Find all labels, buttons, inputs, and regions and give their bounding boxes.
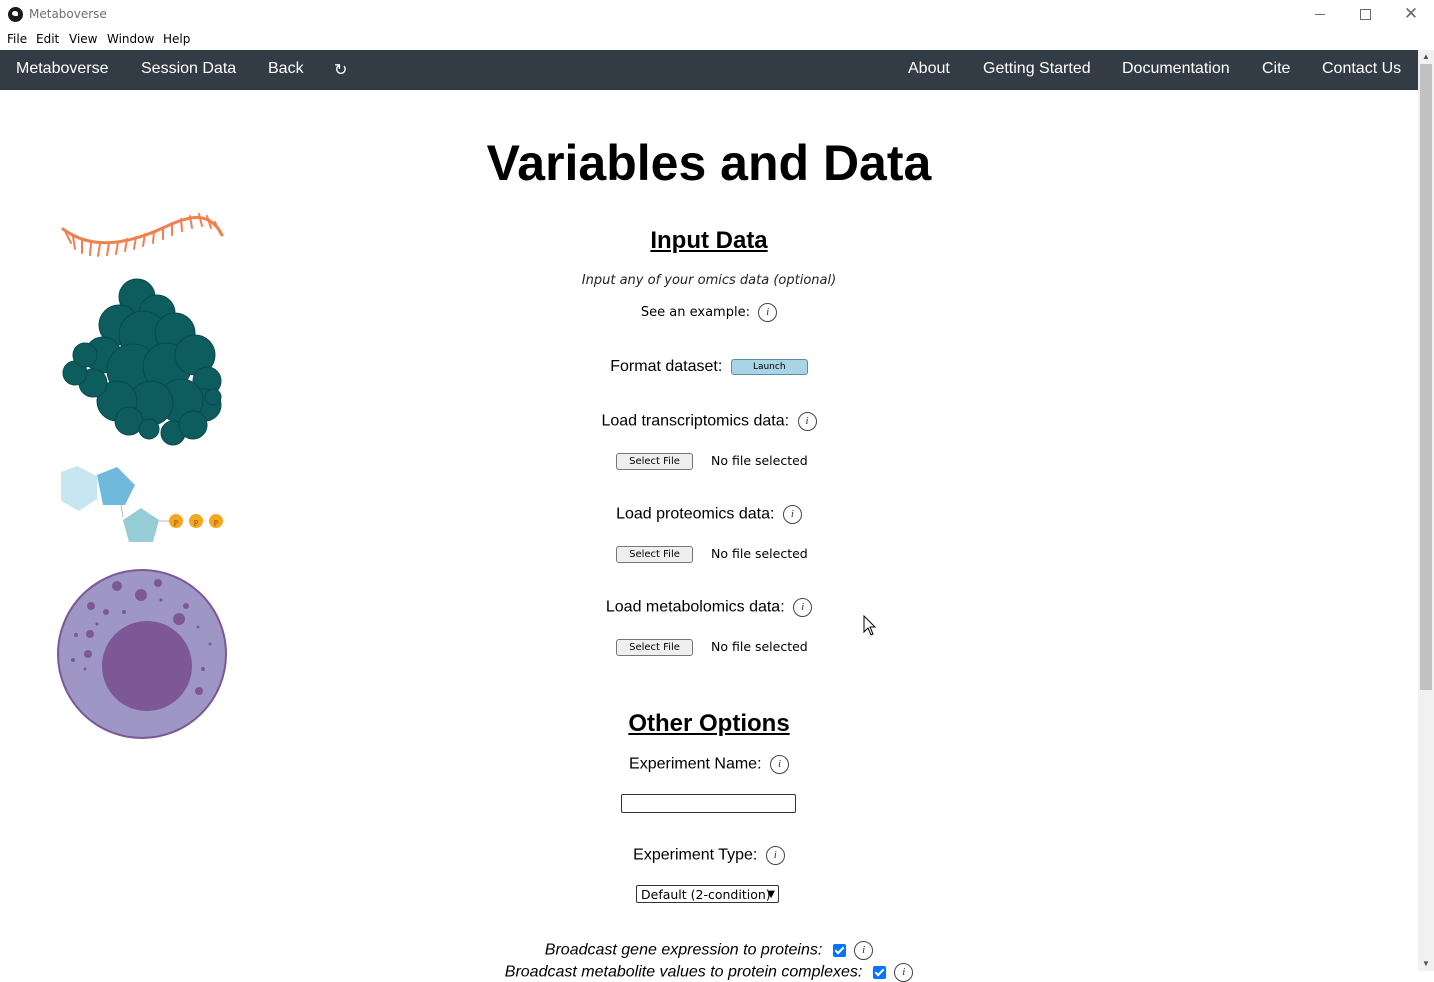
see-example-label: See an example: bbox=[640, 305, 750, 320]
info-icon[interactable]: i bbox=[854, 941, 874, 960]
broadcast-metabolite-row: Broadcast metabolite values to protein c… bbox=[0, 963, 1418, 982]
format-dataset-label: Format dataset: bbox=[610, 358, 723, 375]
proteomics-row: Load proteomics data: i bbox=[0, 505, 1418, 524]
scroll-up-arrow-icon[interactable]: ▲ bbox=[1418, 50, 1434, 64]
vertical-scrollbar[interactable]: ▲ ▼ bbox=[1418, 50, 1434, 971]
menu-file[interactable]: File bbox=[7, 32, 27, 46]
menu-edit[interactable]: Edit bbox=[36, 32, 59, 46]
menu-view[interactable]: View bbox=[69, 32, 97, 46]
broadcast-gene-row: Broadcast gene expression to proteins: i bbox=[0, 941, 1418, 960]
minimize-icon bbox=[1315, 14, 1325, 15]
menu-window[interactable]: Window bbox=[107, 32, 154, 46]
close-icon: ✕ bbox=[1403, 4, 1419, 24]
info-icon[interactable]: i bbox=[758, 303, 778, 322]
broadcast-gene-checkbox[interactable] bbox=[832, 944, 846, 957]
maximize-icon bbox=[1359, 9, 1371, 20]
transcriptomics-row: Load transcriptomics data: i bbox=[0, 412, 1418, 431]
info-icon[interactable]: i bbox=[894, 963, 914, 982]
experiment-type-value: Default (2-condition) bbox=[641, 887, 771, 902]
launch-button[interactable]: Launch bbox=[730, 358, 808, 375]
nav-documentation[interactable]: Documentation bbox=[1122, 60, 1230, 78]
refresh-icon[interactable]: ↻ bbox=[334, 60, 347, 80]
minimize-button[interactable] bbox=[1297, 0, 1343, 29]
maximize-button[interactable] bbox=[1342, 0, 1388, 29]
window-title: Metaboverse bbox=[29, 7, 107, 21]
metabolomics-row: Load metabolomics data: i bbox=[0, 598, 1418, 617]
broadcast-metabolite-checkbox[interactable] bbox=[872, 966, 886, 979]
info-icon[interactable]: i bbox=[769, 755, 789, 774]
experiment-name-row: Experiment Name: i bbox=[0, 755, 1418, 774]
experiment-name-label: Experiment Name: bbox=[629, 755, 762, 773]
transcriptomics-file-status: No file selected bbox=[711, 453, 808, 468]
metabolomics-file-status: No file selected bbox=[711, 639, 808, 654]
experiment-type-select[interactable]: Default (2-condition) ▼ bbox=[636, 885, 779, 903]
nav-contact-us[interactable]: Contact Us bbox=[1322, 60, 1401, 78]
info-icon[interactable]: i bbox=[782, 505, 802, 524]
proteomics-select-file-button[interactable]: Select File bbox=[616, 546, 693, 563]
menu-help[interactable]: Help bbox=[163, 32, 190, 46]
info-icon[interactable]: i bbox=[797, 412, 817, 431]
chevron-down-icon: ▼ bbox=[767, 889, 775, 900]
nav-session-data[interactable]: Session Data bbox=[141, 60, 236, 78]
info-icon[interactable]: i bbox=[793, 598, 813, 617]
experiment-type-label: Experiment Type: bbox=[633, 846, 758, 864]
input-data-note: Input any of your omics data (optional) bbox=[581, 273, 837, 288]
metabolomics-label: Load metabolomics data: bbox=[605, 598, 785, 616]
transcriptomics-label: Load transcriptomics data: bbox=[601, 412, 790, 430]
nav-metaboverse[interactable]: Metaboverse bbox=[16, 60, 109, 78]
page-title: Variables and Data bbox=[486, 135, 932, 191]
scroll-thumb[interactable] bbox=[1420, 64, 1432, 690]
broadcast-metabolite-label: Broadcast metabolite values to protein c… bbox=[504, 963, 863, 981]
top-navbar: Metaboverse Session Data Back ↻ About Ge… bbox=[0, 50, 1418, 90]
proteomics-file-status: No file selected bbox=[711, 546, 808, 561]
mouse-cursor-icon bbox=[863, 615, 877, 636]
input-data-heading: Input Data bbox=[650, 227, 768, 254]
nav-back[interactable]: Back bbox=[268, 60, 304, 78]
proteomics-label: Load proteomics data: bbox=[616, 505, 775, 523]
transcriptomics-select-file-button[interactable]: Select File bbox=[616, 453, 693, 470]
see-example-row: See an example: i bbox=[0, 303, 1418, 322]
info-icon[interactable]: i bbox=[765, 846, 785, 865]
experiment-name-input[interactable] bbox=[621, 794, 796, 813]
nav-cite[interactable]: Cite bbox=[1262, 60, 1290, 78]
format-dataset-row: Format dataset: Launch bbox=[0, 358, 1418, 376]
close-button[interactable]: ✕ bbox=[1388, 0, 1434, 29]
app-logo-icon bbox=[8, 7, 23, 22]
nav-about[interactable]: About bbox=[908, 60, 950, 78]
menu-bar: File Edit View Window Help bbox=[0, 29, 1434, 50]
experiment-type-row: Experiment Type: i bbox=[0, 846, 1418, 865]
scroll-down-arrow-icon[interactable]: ▼ bbox=[1418, 957, 1434, 971]
broadcast-gene-label: Broadcast gene expression to proteins: bbox=[544, 941, 823, 959]
other-options-heading: Other Options bbox=[628, 710, 790, 737]
metabolite-icon: p p p bbox=[61, 466, 223, 542]
metabolomics-select-file-button[interactable]: Select File bbox=[616, 639, 693, 656]
nav-getting-started[interactable]: Getting Started bbox=[983, 60, 1091, 78]
window-title-bar: Metaboverse ✕ bbox=[0, 0, 1434, 29]
